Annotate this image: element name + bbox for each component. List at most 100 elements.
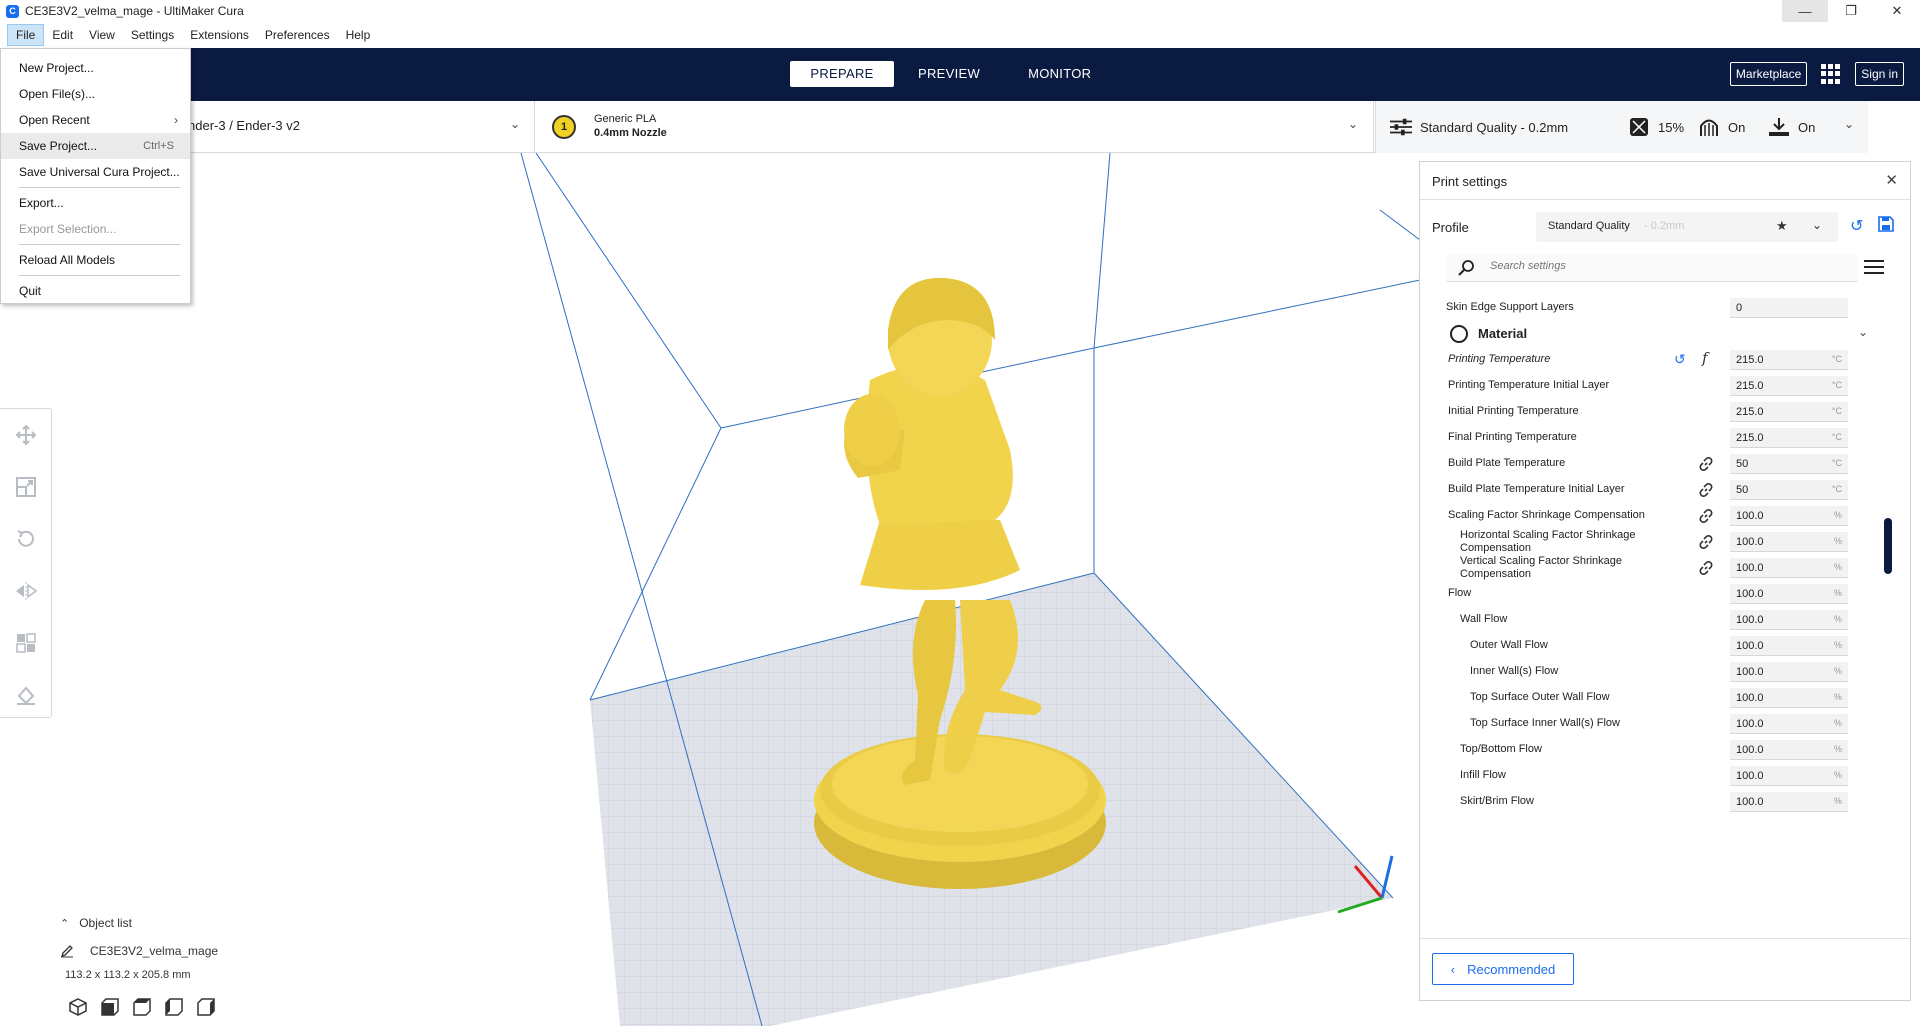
window-titlebar: C CE3E3V2_velma_mage - UltiMaker Cura — … <box>0 0 1920 22</box>
setting-value-field[interactable]: 100.0% <box>1730 636 1848 656</box>
setting-value-field[interactable]: 100.0% <box>1730 740 1848 760</box>
setting-value-field[interactable]: 100.0% <box>1730 610 1848 630</box>
front-view-icon[interactable] <box>100 997 120 1017</box>
menu-save-project[interactable]: Save Project... Ctrl+S <box>1 133 190 159</box>
setting-value-field[interactable]: 100.0% <box>1730 532 1848 552</box>
rotate-tool-button[interactable] <box>0 513 52 565</box>
menu-open-files[interactable]: Open File(s)... <box>1 81 190 107</box>
right-view-icon[interactable] <box>196 997 216 1017</box>
3d-view-icon[interactable] <box>68 997 88 1017</box>
reset-profile-icon[interactable]: ↺ <box>1850 216 1863 236</box>
menu-reload-models[interactable]: Reload All Models <box>1 247 190 273</box>
setting-unit: % <box>1833 510 1842 520</box>
menu-help[interactable]: Help <box>338 24 379 46</box>
setting-value-field[interactable]: 215.0 °C <box>1730 350 1848 370</box>
per-model-settings-button[interactable] <box>0 617 52 669</box>
setting-value-field[interactable]: 100.0% <box>1730 766 1848 786</box>
object-list-toggle[interactable]: ⌃ Object list <box>60 913 360 933</box>
setting-value-field[interactable]: 50 °C <box>1730 454 1848 474</box>
menu-open-recent[interactable]: Open Recent › <box>1 107 190 133</box>
reset-setting-icon[interactable]: ↺ <box>1674 351 1686 368</box>
support-icon <box>1698 117 1720 137</box>
setting-value-field[interactable]: 100.0% <box>1730 558 1848 578</box>
link-icon[interactable] <box>1698 482 1714 498</box>
profile-dropdown[interactable]: Standard Quality - 0.2mm ★ ⌄ <box>1536 212 1838 242</box>
menu-new-project[interactable]: New Project... <box>1 55 190 81</box>
setting-value-field[interactable]: 0 <box>1730 298 1848 318</box>
chevron-left-icon: ‹ <box>1450 961 1456 977</box>
sign-in-button[interactable]: Sign in <box>1855 62 1904 86</box>
settings-scrollbar[interactable] <box>1884 518 1892 574</box>
setting-value-field[interactable]: 100.0% <box>1730 584 1848 604</box>
setting-row: Skirt/Brim Flow 100.0% <box>1420 789 1880 815</box>
close-window-button[interactable]: ✕ <box>1874 0 1920 22</box>
setting-value: 100.0 <box>1736 770 1764 782</box>
link-icon[interactable] <box>1698 560 1714 576</box>
cura-app-icon: C <box>6 4 19 18</box>
rotate-icon <box>17 530 34 547</box>
chevron-down-icon: ⌄ <box>1812 218 1823 232</box>
print-settings-title: Print settings <box>1432 174 1508 189</box>
object-name: CE3E3V2_velma_mage <box>90 944 219 958</box>
move-tool-button[interactable] <box>0 409 52 461</box>
link-icon[interactable] <box>1698 456 1714 472</box>
setting-value-field[interactable]: 100.0% <box>1730 506 1848 526</box>
tab-preview[interactable]: PREVIEW <box>894 61 1004 87</box>
search-input[interactable] <box>1490 260 1830 272</box>
menu-file[interactable]: File <box>7 24 45 46</box>
setting-value-field[interactable]: 215.0 °C <box>1730 402 1848 422</box>
setting-value-field[interactable]: 100.0% <box>1730 714 1848 734</box>
scale-tool-button[interactable] <box>0 461 52 513</box>
setting-row: Infill Flow 100.0% <box>1420 763 1880 789</box>
setting-unit: % <box>1833 770 1842 780</box>
object-list-item[interactable]: CE3E3V2_velma_mage <box>60 941 360 961</box>
settings-visibility-menu-icon[interactable] <box>1864 256 1886 276</box>
setting-value-field[interactable]: 100.0% <box>1730 688 1848 708</box>
menu-view[interactable]: View <box>81 24 123 46</box>
setting-value-field[interactable]: 215.0 °C <box>1730 376 1848 396</box>
setting-value-field[interactable]: 50 °C <box>1730 480 1848 500</box>
minimize-button[interactable]: — <box>1782 0 1828 22</box>
setting-value: 0 <box>1736 302 1743 314</box>
link-icon[interactable] <box>1698 534 1714 550</box>
print-setup-selector[interactable]: Standard Quality - 0.2mm 15% On On ⌄ <box>1375 101 1868 153</box>
marketplace-button[interactable]: Marketplace <box>1729 62 1808 86</box>
setting-value: 50 <box>1736 484 1749 496</box>
material-name: Generic PLA <box>594 113 657 125</box>
function-icon[interactable]: f <box>1702 349 1708 367</box>
support-blocker-button[interactable] <box>0 669 52 721</box>
setting-value-field[interactable]: 100.0% <box>1730 662 1848 682</box>
restore-button[interactable]: ❐ <box>1828 0 1874 22</box>
window-controls: — ❐ ✕ <box>1782 0 1920 22</box>
link-icon[interactable] <box>1698 508 1714 524</box>
menu-save-ucp[interactable]: Save Universal Cura Project... <box>1 159 190 185</box>
setting-label: Top Surface Inner Wall(s) Flow <box>1470 717 1620 729</box>
mirror-tool-button[interactable] <box>0 565 52 617</box>
material-selector[interactable]: 1 Generic PLA 0.4mm Nozzle ⌄ <box>536 101 1374 153</box>
menu-preferences[interactable]: Preferences <box>257 24 338 46</box>
menu-settings[interactable]: Settings <box>123 24 182 46</box>
close-icon[interactable]: ✕ <box>1885 171 1898 189</box>
setting-value-field[interactable]: 215.0 °C <box>1730 428 1848 448</box>
apps-grid-icon[interactable] <box>1821 64 1841 84</box>
menu-edit[interactable]: Edit <box>44 24 81 46</box>
top-view-icon[interactable] <box>132 997 152 1017</box>
setting-value: 100.0 <box>1736 692 1764 704</box>
category-material[interactable]: Material ⌄ <box>1446 321 1878 347</box>
print-settings-header: Print settings ✕ <box>1420 162 1910 200</box>
recommended-button[interactable]: ‹ Recommended <box>1432 953 1574 985</box>
setting-value: 215.0 <box>1736 432 1764 444</box>
adhesion-icon <box>1768 117 1790 137</box>
infill-summary: 15% <box>1628 117 1684 137</box>
move-icon <box>15 424 37 446</box>
setting-value-field[interactable]: 100.0% <box>1730 792 1848 812</box>
star-icon[interactable]: ★ <box>1776 218 1788 234</box>
menu-quit[interactable]: Quit <box>1 278 190 304</box>
left-view-icon[interactable] <box>164 997 184 1017</box>
save-profile-icon[interactable] <box>1878 216 1894 235</box>
tab-prepare[interactable]: PREPARE <box>790 61 894 87</box>
menu-export[interactable]: Export... <box>1 190 190 216</box>
tab-monitor[interactable]: MONITOR <box>1004 61 1115 87</box>
menu-extensions[interactable]: Extensions <box>182 24 257 46</box>
setting-row: Top Surface Outer Wall Flow 100.0% <box>1420 685 1880 711</box>
